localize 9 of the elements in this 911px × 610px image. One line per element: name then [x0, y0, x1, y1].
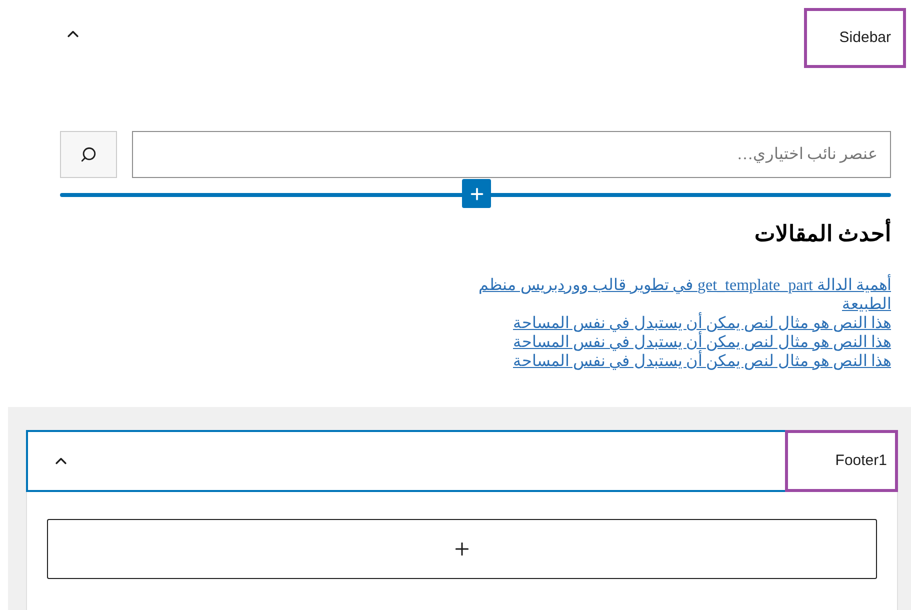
- search-icon: [80, 146, 97, 163]
- add-block-button[interactable]: [47, 519, 877, 579]
- insert-block-button[interactable]: [462, 179, 491, 208]
- area-title: Footer1: [785, 430, 898, 492]
- search-field[interactable]: عنصر نائب اختياري…: [132, 131, 891, 178]
- post-link[interactable]: هذا النص هو مثال لنص يمكن أن يستبدل في نفس المساحة: [513, 352, 891, 371]
- search-button[interactable]: [60, 131, 117, 178]
- area-title: Sidebar: [804, 8, 906, 68]
- widget-heading: أحدث المقالات: [0, 217, 891, 250]
